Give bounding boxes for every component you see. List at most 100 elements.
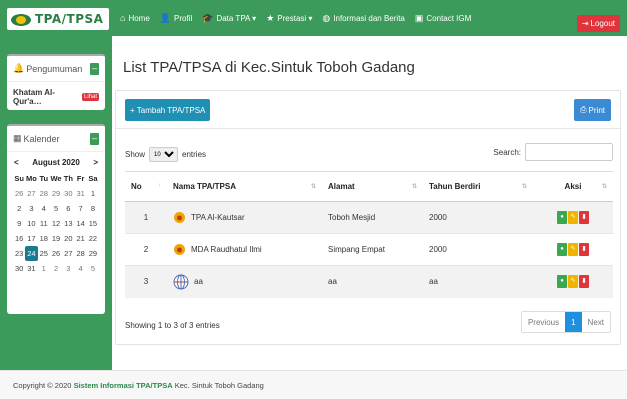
page-1-button[interactable]: 1 [565, 312, 582, 332]
calendar-day[interactable]: 17 [25, 231, 37, 246]
edit-button[interactable]: ✎ [568, 243, 578, 256]
weekday-header: Su [14, 174, 24, 183]
calendar-day[interactable]: 21 [74, 231, 86, 246]
sort-icon: ↑ [158, 183, 161, 189]
calendar-icon: ▦ [13, 133, 22, 143]
home-icon: ⌂ [120, 13, 126, 23]
user-icon: 👤 [159, 12, 171, 23]
calendar-day[interactable]: 13 [62, 216, 74, 231]
nav-data-tpa[interactable]: 🎓 Data TPA ▾ [202, 13, 256, 24]
collapse-button[interactable]: – [90, 132, 99, 145]
brand-name: TPA/TPSA [35, 12, 104, 26]
calendar-day[interactable]: 26 [13, 186, 25, 201]
search-input[interactable] [525, 143, 613, 161]
view-button[interactable]: ● [557, 275, 567, 289]
weekday-header: Sa [88, 174, 98, 183]
calendar-day[interactable]: 26 [50, 246, 62, 261]
delete-button[interactable]: ▮ [579, 243, 589, 256]
col-nama[interactable]: Nama TPA/TPSA ⇅ [167, 171, 322, 202]
prev-page-button[interactable]: Previous [522, 312, 565, 332]
calendar-day[interactable]: 4 [38, 201, 50, 216]
calendar-day[interactable]: 28 [74, 246, 86, 261]
calendar-day[interactable]: 27 [25, 186, 37, 201]
calendar-grid: Su Mo Tu We Th Fr Sa 26 27 28 29 30 31 1 2 3 4 5 6 7 8 9 10 11 1… [7, 169, 105, 278]
delete-button[interactable]: ▮ [579, 211, 589, 224]
edit-button[interactable]: ✎ [568, 275, 578, 289]
col-tahun[interactable]: Tahun Berdiri ⇅ [423, 171, 533, 202]
calendar-day[interactable]: 30 [62, 186, 74, 201]
sort-icon: ⇅ [521, 184, 527, 190]
calendar-day[interactable]: 31 [74, 186, 86, 201]
add-tpa-button[interactable]: + Tambah TPA/TPSA [125, 99, 211, 121]
table-controls: Show 10 entries Search: [125, 143, 613, 163]
calendar-day[interactable]: 16 [13, 231, 25, 246]
calendar-day[interactable]: 22 [87, 231, 99, 246]
logout-icon: ⇥ [581, 19, 589, 28]
search-box: Search: [493, 143, 613, 161]
calendar-day[interactable]: 19 [50, 231, 62, 246]
footer-brand-link[interactable]: Sistem Informasi TPA/TPSA [74, 381, 173, 390]
calendar-day[interactable]: 25 [38, 246, 50, 261]
weekday-header: Tu [39, 174, 49, 183]
view-button[interactable]: ● [557, 243, 567, 256]
calendar-day[interactable]: 30 [13, 261, 25, 276]
collapse-button[interactable]: – [90, 62, 99, 75]
calendar-day[interactable]: 20 [62, 231, 74, 246]
calendar-day[interactable]: 5 [50, 201, 62, 216]
calendar-day[interactable]: 10 [25, 216, 37, 231]
next-page-button[interactable]: Next [582, 312, 610, 332]
table-row: 2 MDA Raudhatul Ilmi Simpang Empat 2000 … [125, 233, 613, 266]
col-no[interactable]: No ↑ [125, 171, 167, 202]
brand-logo[interactable]: TPA/TPSA [7, 8, 109, 30]
calendar-day[interactable]: 27 [62, 246, 74, 261]
calendar-nav: < August 2020 > [7, 152, 105, 169]
nav-home[interactable]: ⌂ Home [120, 13, 150, 23]
calendar-card: ▦ Kalender – < August 2020 > Su Mo Tu We Th Fr… [7, 124, 105, 314]
weekday-header: Mo [26, 174, 37, 183]
calendar-day[interactable]: 2 [13, 201, 25, 216]
page-title: List TPA/TPSA di Kec.Sintuk Toboh Gadang [123, 59, 415, 76]
calendar-day[interactable]: 1 [87, 186, 99, 201]
calendar-day[interactable]: 1 [38, 261, 50, 276]
calendar-day[interactable]: 29 [50, 186, 62, 201]
tpa-table: No ↑ Nama TPA/TPSA ⇅ Alamat ⇅ Tahun Berdiri… [125, 171, 613, 298]
delete-button[interactable]: ▮ [579, 275, 589, 289]
calendar-day[interactable]: 23 [13, 246, 25, 261]
logout-button[interactable]: ⇥ Logout [576, 15, 620, 32]
sort-icon: ⇅ [310, 184, 316, 190]
announcement-item[interactable]: Khatam Al-Qur'a… Lihat [7, 82, 105, 112]
next-month-button[interactable]: > [93, 158, 98, 167]
calendar-day[interactable]: 14 [74, 216, 86, 231]
calendar-day[interactable]: 6 [62, 201, 74, 216]
nav-informasi[interactable]: ◍ Informasi dan Berita [322, 13, 404, 24]
calendar-day[interactable]: 29 [87, 246, 99, 261]
nav-profil[interactable]: 👤 Profil [160, 13, 192, 24]
nav-contact[interactable]: ▣ Contact IGM [415, 13, 471, 24]
prev-month-button[interactable]: < [14, 158, 19, 167]
print-button[interactable]: ⎙ Print [574, 99, 611, 121]
weekday-header: We [50, 174, 62, 183]
calendar-day[interactable]: 3 [62, 261, 74, 276]
view-badge[interactable]: Lihat [81, 93, 99, 101]
calendar-day[interactable]: 3 [25, 201, 37, 216]
calendar-day[interactable]: 11 [38, 216, 50, 231]
calendar-day[interactable]: 7 [74, 201, 86, 216]
col-alamat[interactable]: Alamat ⇅ [322, 171, 423, 202]
calendar-day[interactable]: 4 [74, 261, 86, 276]
calendar-day[interactable]: 28 [38, 186, 50, 201]
view-button[interactable]: ● [557, 211, 567, 224]
calendar-day[interactable]: 8 [87, 201, 99, 216]
calendar-day[interactable]: 12 [50, 216, 62, 231]
calendar-day[interactable]: 5 [87, 261, 99, 276]
calendar-day[interactable]: 31 [25, 261, 37, 276]
edit-button[interactable]: ✎ [568, 211, 578, 224]
announcement-card: 🔔 Pengumuman – Khatam Al-Qur'a… Lihat [7, 54, 105, 110]
col-aksi[interactable]: Aksi ⇅ [533, 171, 613, 202]
nav-prestasi[interactable]: ★ Prestasi ▾ [266, 13, 312, 24]
calendar-day-today[interactable]: 24 [25, 246, 38, 261]
page-length-select[interactable]: 10 [149, 147, 179, 162]
calendar-day[interactable]: 2 [50, 261, 62, 276]
calendar-day[interactable]: 9 [13, 216, 25, 231]
calendar-day[interactable]: 18 [38, 231, 50, 246]
calendar-day[interactable]: 15 [87, 216, 99, 231]
